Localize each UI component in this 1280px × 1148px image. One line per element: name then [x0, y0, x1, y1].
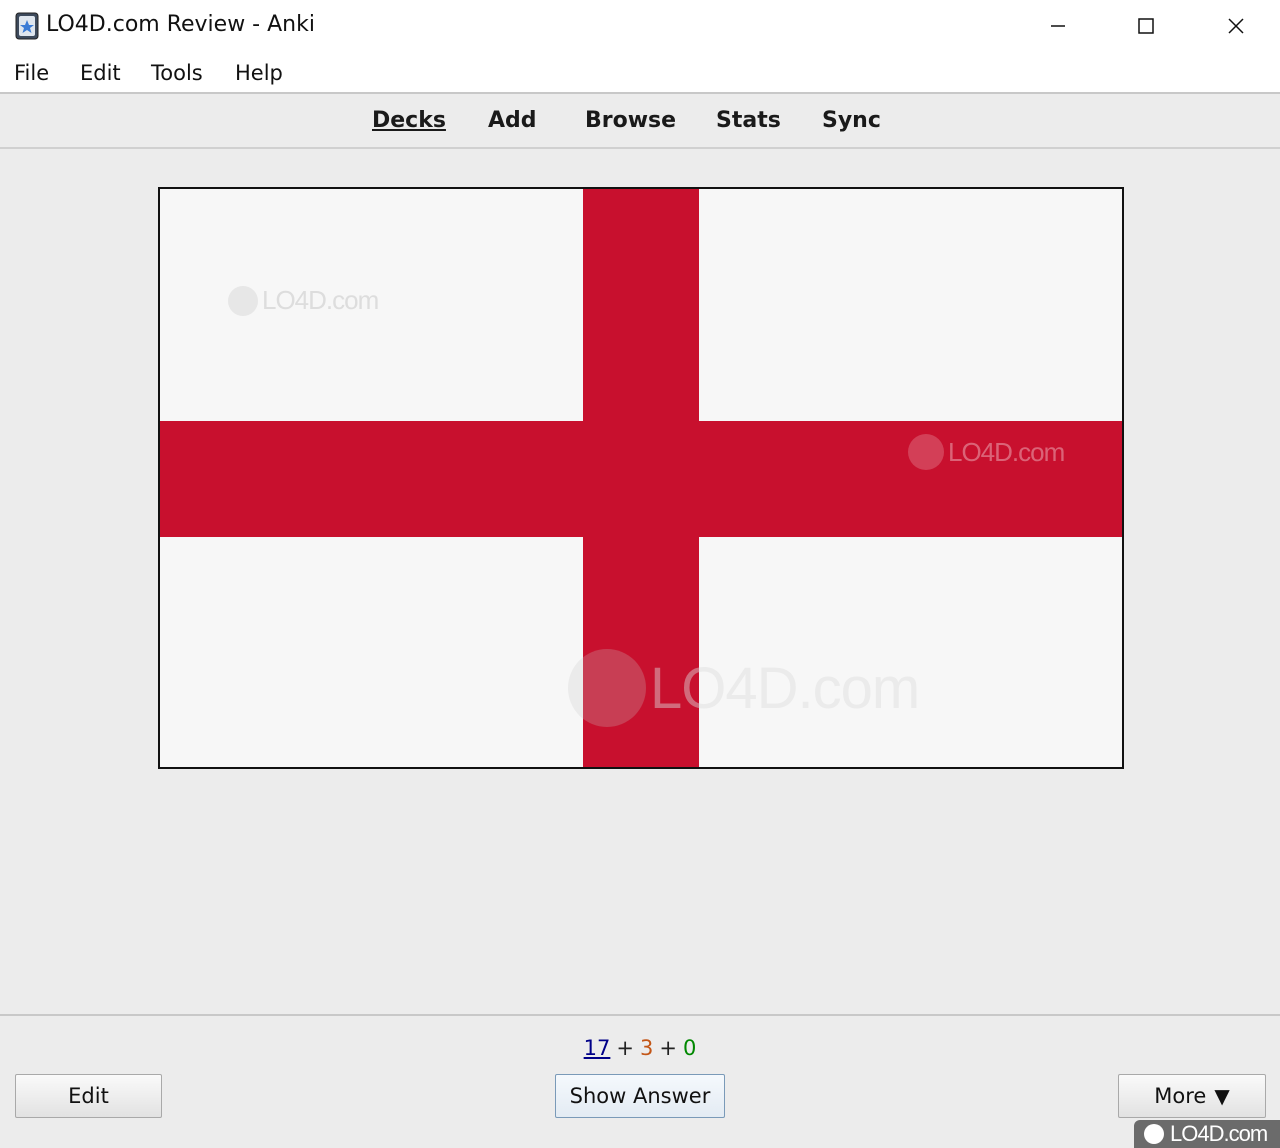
lo4d-corner-logo: LO4D.com [1134, 1120, 1280, 1148]
maximize-icon [1138, 18, 1154, 34]
menu-bar: File Edit Tools Help [0, 52, 1280, 94]
watermark-large: LO4D.com [568, 649, 920, 727]
show-answer-button[interactable]: Show Answer [555, 1074, 725, 1118]
dropdown-triangle-icon: ▼ [1214, 1084, 1230, 1108]
watermark-globe-icon [568, 649, 646, 727]
more-button[interactable]: More ▼ [1118, 1074, 1266, 1118]
count-separator: + [616, 1036, 634, 1060]
lo4d-globe-icon [1144, 1124, 1164, 1144]
watermark-mid: LO4D.com [908, 434, 1065, 470]
menu-edit[interactable]: Edit [80, 61, 121, 85]
count-separator: + [659, 1036, 677, 1060]
due-counts: 17 +3 +0 [0, 1036, 1280, 1060]
minimize-icon [1051, 25, 1065, 27]
toolbar-browse-link[interactable]: Browse [585, 108, 676, 133]
main-toolbar: Decks Add Browse Stats Sync [0, 94, 1280, 149]
window-title: LO4D.com Review - Anki [46, 12, 315, 37]
close-icon [1228, 18, 1244, 34]
close-button[interactable] [1206, 8, 1266, 44]
menu-tools[interactable]: Tools [151, 61, 203, 85]
card-review-area: LO4D.com LO4D.com LO4D.com [0, 150, 1280, 1014]
review-bottom-bar: 17 +3 +0 Edit Show Answer More ▼ [0, 1014, 1280, 1148]
england-flag-image: LO4D.com LO4D.com LO4D.com [158, 187, 1124, 769]
toolbar-stats-link[interactable]: Stats [716, 108, 781, 133]
minimize-button[interactable] [1028, 8, 1088, 44]
menu-help[interactable]: Help [235, 61, 283, 85]
more-button-label: More [1154, 1084, 1207, 1108]
toolbar-decks-link[interactable]: Decks [372, 108, 446, 133]
edit-button[interactable]: Edit [15, 1074, 162, 1118]
menu-file[interactable]: File [14, 61, 49, 85]
count-new[interactable]: 17 [584, 1036, 611, 1060]
watermark-globe-icon [228, 285, 258, 316]
title-bar: LO4D.com Review - Anki [0, 0, 1280, 52]
maximize-button[interactable] [1116, 8, 1176, 44]
count-review: 0 [682, 1036, 697, 1060]
watermark-small: LO4D.com [228, 285, 379, 316]
toolbar-sync-link[interactable]: Sync [822, 108, 881, 133]
toolbar-add-link[interactable]: Add [488, 108, 537, 133]
watermark-globe-icon [908, 434, 944, 470]
count-learning: 3 [639, 1036, 654, 1060]
anki-app-icon [15, 12, 39, 40]
